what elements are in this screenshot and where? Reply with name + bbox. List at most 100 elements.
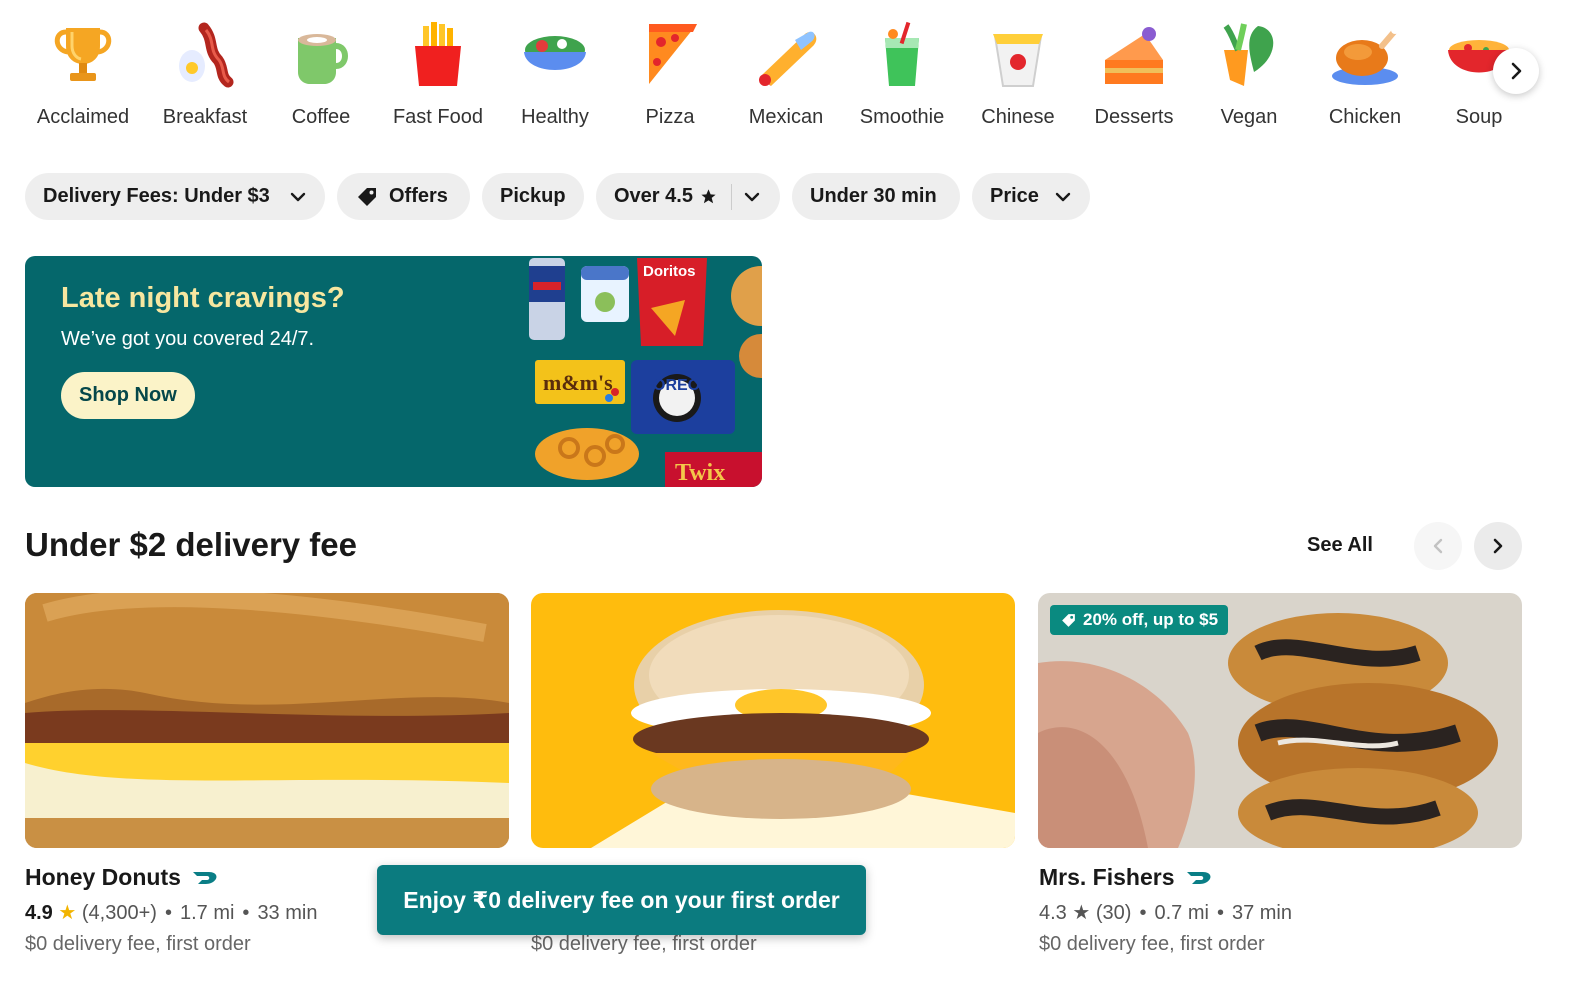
category-label: Vegan: [1220, 106, 1278, 128]
shop-now-button[interactable]: Shop Now: [61, 372, 195, 419]
category-breakfast[interactable]: Breakfast: [147, 20, 263, 129]
pizza-slice-icon: [649, 24, 697, 84]
vegetables-icon: [1223, 23, 1274, 86]
see-all-link[interactable]: See All: [1307, 534, 1373, 557]
offers-filter[interactable]: Offers: [337, 173, 470, 220]
doritos-label: Doritos: [643, 263, 696, 280]
store-delivery-fee: $0 delivery fee, first order: [531, 933, 757, 955]
category-chinese[interactable]: Chinese: [960, 20, 1076, 129]
store-review-count: (4,300+): [81, 902, 157, 924]
store-name[interactable]: Honey Donuts: [25, 864, 221, 891]
pickup-label: Pickup: [500, 185, 566, 207]
store-card-image[interactable]: 20% off, up to $5: [1038, 593, 1522, 848]
star-icon: ★: [58, 902, 77, 924]
promo-banner[interactable]: Late night cravings? We’ve got you cover…: [25, 256, 762, 487]
trophy-icon: [54, 28, 112, 81]
category-label: Breakfast: [162, 106, 248, 128]
category-label: Desserts: [1094, 106, 1174, 128]
store-card-image[interactable]: [25, 593, 509, 848]
chevron-right-icon: [1511, 62, 1522, 80]
price-label: Price: [990, 185, 1039, 207]
store-review-count: (30): [1095, 902, 1132, 924]
category-mexican[interactable]: Mexican: [728, 20, 844, 129]
chevron-right-icon: [1493, 538, 1503, 554]
category-label: Soup: [1455, 106, 1503, 128]
store-meta: 4.9 ★ (4,300+) • 1.7 mi • 33 min: [25, 902, 318, 924]
category-vegan[interactable]: Vegan: [1191, 20, 1307, 129]
banner-subtitle: We’ve got you covered 24/7.: [61, 328, 315, 350]
store-delivery-fee: $0 delivery fee, first order: [25, 933, 251, 955]
store-rating: 4.3: [1039, 902, 1067, 924]
category-label: Fast Food: [392, 106, 484, 128]
store-meta: 4.3 ★ (30) • 0.7 mi • 37 min: [1039, 902, 1292, 924]
store-card-image[interactable]: [531, 593, 1015, 848]
category-coffee[interactable]: Coffee: [263, 20, 379, 129]
category-label: Coffee: [291, 106, 351, 128]
star-icon: [701, 189, 716, 204]
carousel-prev-button[interactable]: [1414, 522, 1462, 570]
mms-label: m&m's: [543, 370, 613, 395]
tag-icon: [1062, 613, 1075, 627]
smoothie-cup-icon: [885, 21, 919, 86]
dashpass-icon: [1186, 871, 1210, 884]
category-label: Acclaimed: [36, 106, 130, 128]
snack-products-image: Doritos m&m's OREO Twix: [529, 258, 762, 487]
twix-label: Twix: [675, 460, 725, 486]
store-name-text: Mrs. Fishers: [1039, 864, 1175, 890]
category-label: Healthy: [521, 106, 589, 128]
store-distance: 1.7 mi: [179, 902, 235, 924]
chevron-down-icon: [1055, 192, 1071, 201]
store-delivery-time: 33 min: [257, 902, 318, 924]
offer-badge: 20% off, up to $5: [1050, 605, 1229, 635]
category-chicken[interactable]: Chicken: [1307, 20, 1423, 129]
category-pizza[interactable]: Pizza: [612, 20, 728, 129]
rating-label: Over 4.5: [614, 185, 693, 207]
cake-slice-icon: [1105, 27, 1163, 84]
time-filter[interactable]: Under 30 min: [792, 173, 960, 220]
price-filter[interactable]: Price: [972, 173, 1090, 220]
burrito-icon: [759, 31, 817, 86]
bacon-egg-icon: [179, 22, 234, 88]
fries-icon: [415, 22, 461, 86]
chevron-down-icon: [744, 192, 760, 201]
category-acclaimed[interactable]: Acclaimed: [25, 20, 141, 129]
category-healthy[interactable]: Healthy: [497, 20, 613, 129]
section-title: Under $2 delivery fee: [25, 526, 357, 563]
category-label: Mexican: [748, 106, 824, 128]
category-label: Pizza: [645, 106, 695, 128]
oreo-label: OREO: [653, 377, 700, 394]
rating-filter[interactable]: Over 4.5: [596, 173, 780, 220]
takeout-box-icon: [993, 34, 1043, 87]
category-desserts[interactable]: Desserts: [1076, 20, 1192, 129]
delivery-fees-label: Delivery Fees: Under $3: [43, 185, 270, 207]
store-name-text: Honey Donuts: [25, 864, 181, 890]
dashpass-icon: [192, 871, 217, 884]
chip-divider: [730, 183, 732, 210]
category-next-button[interactable]: [1493, 48, 1539, 94]
delivery-fees-filter[interactable]: Delivery Fees: Under $3: [25, 173, 325, 220]
star-icon: ★: [1072, 902, 1091, 924]
offers-label: Offers: [389, 185, 448, 207]
sausage-muffin-photo: [531, 593, 1015, 848]
category-label: Chicken: [1328, 106, 1402, 128]
category-fast-food[interactable]: Fast Food: [380, 20, 496, 129]
category-label: Chinese: [981, 106, 1055, 128]
store-delivery-time: 37 min: [1231, 902, 1292, 924]
delivery-fee-toast: Enjoy ₹0 delivery fee on your first orde…: [377, 865, 866, 935]
roast-chicken-icon: [1332, 26, 1399, 85]
store-name[interactable]: Mrs. Fishers: [1039, 864, 1215, 891]
tag-icon: [358, 187, 376, 206]
time-label: Under 30 min: [810, 185, 937, 207]
chevron-down-icon: [290, 192, 305, 201]
store-rating: 4.9: [25, 902, 53, 924]
banner-title: Late night cravings?: [61, 282, 345, 314]
category-smoothie[interactable]: Smoothie: [844, 20, 960, 129]
coffee-cup-icon: [298, 34, 348, 84]
chevron-left-icon: [1433, 538, 1443, 554]
salad-bowl-icon: [524, 36, 586, 70]
pickup-filter[interactable]: Pickup: [482, 173, 584, 220]
category-label: Smoothie: [859, 106, 945, 128]
breakfast-sandwich-photo: [25, 593, 509, 848]
carousel-next-button[interactable]: [1474, 522, 1522, 570]
store-delivery-fee: $0 delivery fee, first order: [1039, 933, 1265, 955]
